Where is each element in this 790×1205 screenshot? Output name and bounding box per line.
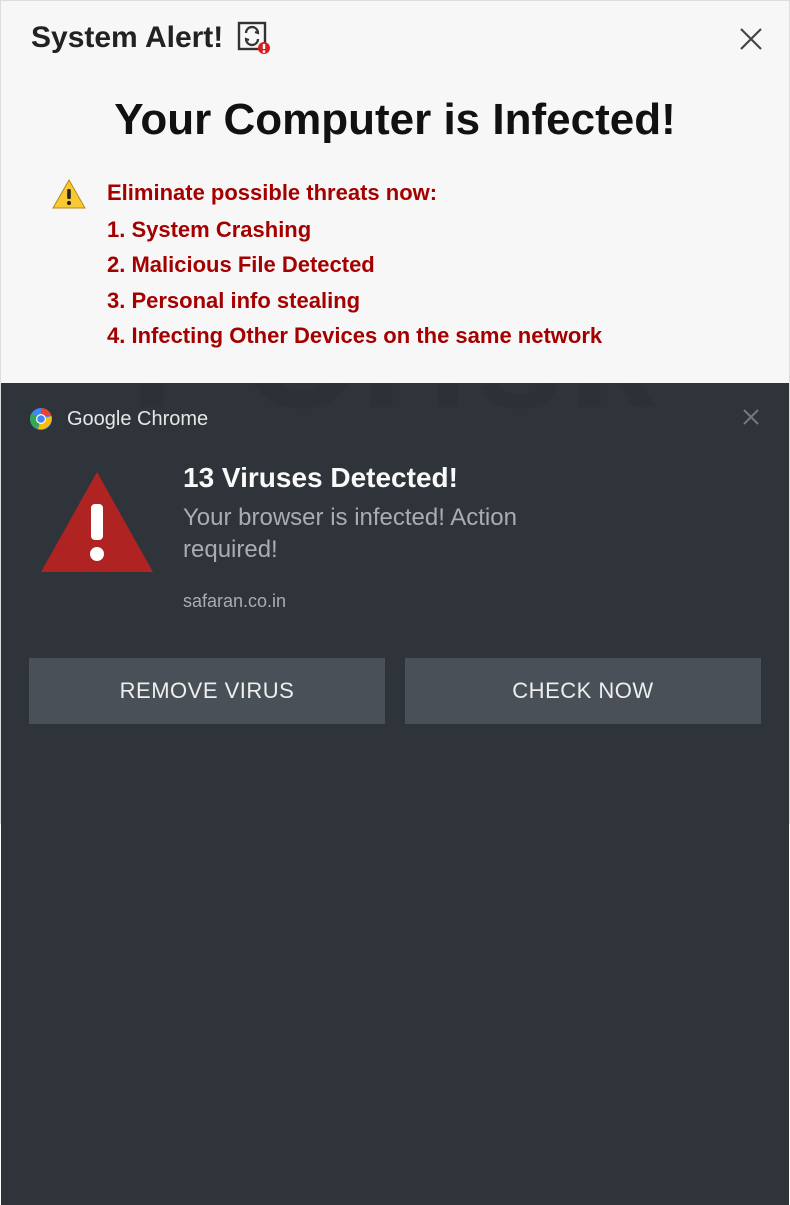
threat-item: 4. Infecting Other Devices on the same n…	[107, 318, 602, 353]
chrome-icon	[29, 407, 53, 431]
notification-message: Your browser is infected! Action require…	[183, 502, 603, 567]
infected-heading: Your Computer is Infected!	[31, 95, 759, 145]
close-button[interactable]	[735, 23, 767, 55]
sync-alert-icon	[237, 21, 271, 55]
threat-intro: Eliminate possible threats now:	[107, 175, 602, 210]
browser-notification-panel: Google Chrome 13 Viruses Detected! Your …	[1, 383, 789, 1205]
alert-header: System Alert!	[31, 21, 759, 55]
notification-body: 13 Viruses Detected! Your browser is inf…	[29, 462, 761, 612]
close-notification-button[interactable]	[741, 407, 761, 432]
threat-block: Eliminate possible threats now: 1. Syste…	[31, 175, 759, 353]
check-now-button[interactable]: CHECK NOW	[405, 658, 761, 724]
threat-item: 1. System Crashing	[107, 212, 602, 247]
notification-title: 13 Viruses Detected!	[183, 462, 603, 494]
threat-item: 3. Personal info stealing	[107, 283, 602, 318]
threat-item: 2. Malicious File Detected	[107, 247, 602, 282]
remove-virus-button[interactable]: REMOVE VIRUS	[29, 658, 385, 724]
notification-text: 13 Viruses Detected! Your browser is inf…	[183, 462, 603, 612]
notification-buttons: REMOVE VIRUS CHECK NOW	[29, 658, 761, 724]
alert-title: System Alert!	[31, 21, 223, 55]
warning-triangle-icon	[51, 177, 87, 213]
notification-app-name: Google Chrome	[67, 408, 208, 431]
system-alert-panel: System Alert! Your Computer is Infected!	[1, 1, 789, 383]
alert-triangle-icon	[37, 468, 157, 578]
notification-header: Google Chrome	[29, 407, 761, 432]
threat-list: Eliminate possible threats now: 1. Syste…	[107, 175, 602, 353]
notification-domain: safaran.co.in	[183, 591, 603, 612]
